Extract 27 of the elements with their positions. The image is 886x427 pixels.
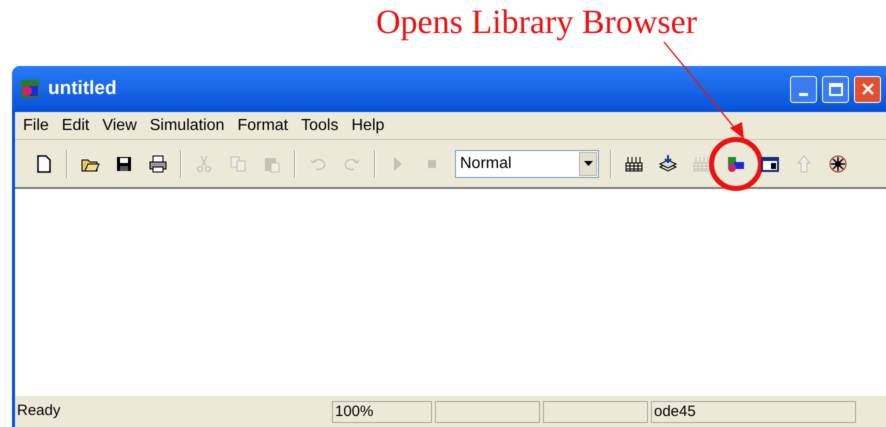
cut-icon: [194, 154, 214, 174]
menu-item[interactable]: Simulation: [150, 114, 224, 138]
up-arrow-icon: [794, 154, 814, 174]
menu-item[interactable]: File: [23, 114, 49, 138]
print-icon: [148, 154, 168, 174]
mode-dropdown[interactable]: Normal: [455, 150, 599, 178]
menu-item[interactable]: View: [102, 114, 137, 138]
status-text: Ready: [16, 400, 62, 420]
menu-item[interactable]: Help: [351, 114, 384, 138]
status-text: 100%: [332, 400, 432, 422]
minimize-button[interactable]: [790, 76, 817, 102]
bug-icon: [828, 154, 848, 174]
annotation-text: Opens Library Browser: [376, 3, 698, 43]
stop-icon: [428, 160, 436, 168]
play-icon: [394, 156, 402, 170]
stack-icon: [658, 154, 678, 174]
app-icon: [20, 79, 40, 99]
window-title: untitled: [48, 76, 117, 101]
menu-item[interactable]: Edit: [62, 114, 90, 138]
menu-item[interactable]: Tools: [301, 114, 338, 138]
copy-icon: [228, 154, 248, 174]
close-button[interactable]: [854, 76, 881, 102]
status-text: ode45: [651, 400, 856, 422]
menu-item[interactable]: Format: [237, 114, 288, 138]
caret-icon: [584, 161, 592, 166]
maximize-button[interactable]: [822, 76, 849, 102]
close-icon: [860, 81, 876, 97]
